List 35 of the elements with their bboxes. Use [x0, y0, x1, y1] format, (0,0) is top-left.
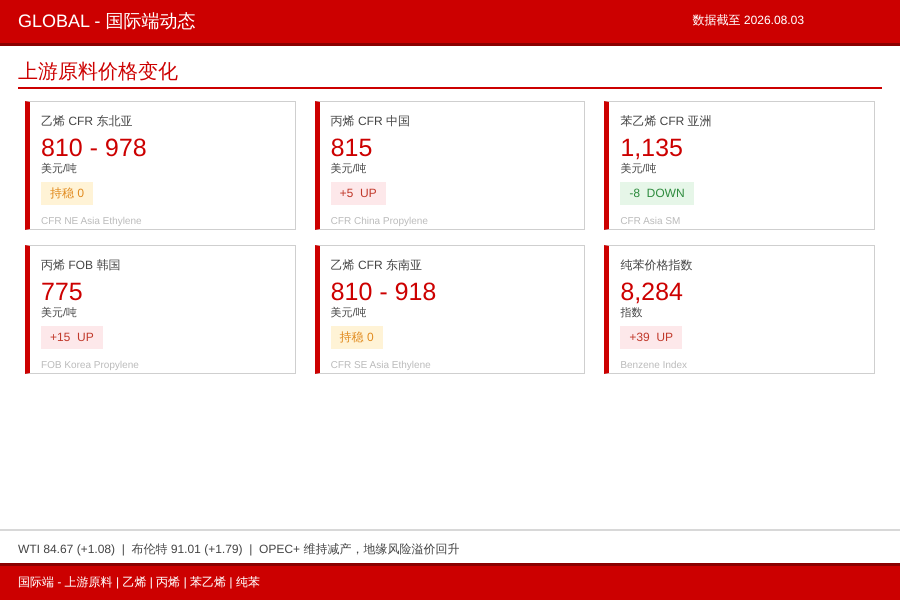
- change-badge: +5 UP: [330, 182, 386, 205]
- price-value: 810 - 918: [330, 278, 436, 306]
- price-unit: 美元/吨: [41, 306, 78, 320]
- price-unit: 指数: [620, 306, 642, 320]
- price-value: 775: [41, 278, 83, 306]
- price-value: 1,135: [620, 134, 683, 162]
- product-name: 丙烯 CFR 中国: [330, 113, 411, 129]
- english-name: Benzene Index: [620, 360, 688, 372]
- ticker-text: WTI 84.67 (+1.08) | 布伦特 91.01 (+1.79) | OPEC+ 维持减产，地缘风险溢价回升: [18, 542, 460, 556]
- english-name: CFR China Propylene: [330, 216, 428, 228]
- price-unit: 美元/吨: [41, 162, 78, 176]
- product-name: 纯苯价格指数: [620, 257, 694, 273]
- change-badge: 持稳 0: [41, 182, 94, 205]
- change-badge: -8 DOWN: [620, 182, 694, 205]
- page-title: GLOBAL - 国际端动态: [18, 10, 196, 33]
- product-name: 乙烯 CFR 东北亚: [41, 113, 134, 129]
- price-value: 8,284: [620, 278, 683, 306]
- footer-text: 国际端 - 上游原料 | 乙烯 | 丙烯 | 苯乙烯 | 纯苯: [18, 575, 260, 589]
- change-badge: +39 UP: [620, 326, 682, 349]
- price-value: 810 - 978: [41, 134, 147, 162]
- data-date: 数据截至 2026.08.03: [692, 12, 804, 28]
- price-unit: 美元/吨: [330, 306, 367, 320]
- product-name: 丙烯 FOB 韩国: [41, 257, 122, 273]
- section-title: 上游原料价格变化: [18, 58, 882, 89]
- english-name: CFR NE Asia Ethylene: [41, 216, 142, 228]
- english-name: CFR Asia SM: [620, 216, 680, 228]
- price-value: 815: [330, 134, 372, 162]
- english-name: FOB Korea Propylene: [41, 360, 139, 372]
- price-unit: 美元/吨: [620, 162, 656, 176]
- product-name: 苯乙烯 CFR 亚洲: [620, 113, 713, 129]
- product-name: 乙烯 CFR 东南亚: [330, 257, 423, 273]
- change-badge: 持稳 0: [330, 326, 383, 349]
- english-name: CFR SE Asia Ethylene: [330, 360, 431, 372]
- price-unit: 美元/吨: [330, 162, 367, 176]
- change-badge: +15 UP: [41, 326, 103, 349]
